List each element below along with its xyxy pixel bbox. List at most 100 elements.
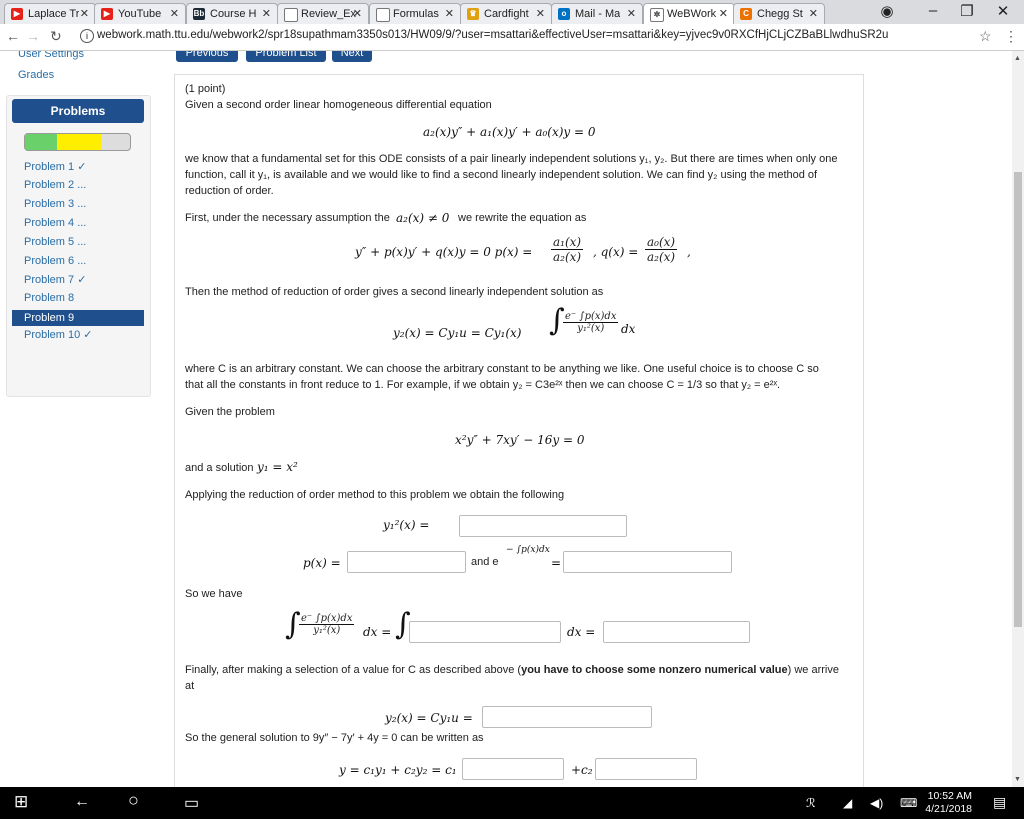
- task-view-icon[interactable]: ▭: [184, 793, 199, 813]
- system-clock[interactable]: 10:52 AM 4/21/2018: [925, 790, 972, 816]
- browser-tab[interactable]: Formulas ✕: [369, 3, 461, 24]
- browser-tab[interactable]: Review_Ex ✕: [277, 3, 369, 24]
- info-icon[interactable]: i: [80, 29, 94, 43]
- tab-favicon-icon: o: [558, 8, 570, 20]
- y2-dx: dx: [621, 322, 636, 336]
- tab-title: Laplace Tr: [28, 8, 80, 20]
- q-label: , q(x) =: [593, 245, 639, 259]
- forward-arrow-icon[interactable]: →: [26, 28, 40, 44]
- scroll-up-arrow[interactable]: ▲: [1014, 55, 1021, 62]
- p-label: p(x) =: [303, 556, 341, 570]
- problem-link[interactable]: Problem 1 ✓: [24, 160, 86, 173]
- progress-correct: [25, 134, 57, 150]
- dx-equals-2: dx =: [567, 625, 596, 639]
- tab-close-icon[interactable]: ✕: [536, 7, 545, 20]
- user-settings-link[interactable]: User Settings: [18, 51, 84, 60]
- problem-link[interactable]: Problem 9: [12, 310, 144, 326]
- problem-link[interactable]: Problem 10 ✓: [24, 328, 93, 341]
- y2-formula: y₂(x) = Cy₁u = Cy₁(x): [393, 326, 522, 340]
- tab-title: WeBWork: [667, 8, 717, 20]
- problem-link[interactable]: Problem 8: [24, 292, 74, 304]
- volume-icon[interactable]: ◀): [870, 796, 883, 810]
- next-button[interactable]: Next: [332, 51, 372, 62]
- reload-icon[interactable]: ↻: [50, 28, 62, 45]
- tab-close-icon[interactable]: ✕: [719, 7, 728, 20]
- integral-result-input[interactable]: [603, 621, 750, 643]
- p-input[interactable]: [347, 551, 466, 573]
- browser-tab[interactable]: ▶ YouTube ✕: [94, 3, 186, 24]
- close-window-button[interactable]: ✕: [988, 2, 1018, 20]
- problem-link[interactable]: Problem 5 ...: [24, 236, 86, 248]
- tab-close-icon[interactable]: ✕: [809, 7, 818, 20]
- so-we-have: So we have: [185, 588, 243, 600]
- problem-list-button[interactable]: Problem List: [246, 51, 326, 62]
- problem-link[interactable]: Problem 4 ...: [24, 217, 86, 229]
- standard-form-eq: y″ + p(x)y′ + q(x)y = 0 p(x) =: [355, 245, 533, 259]
- tab-close-icon[interactable]: ✕: [80, 7, 89, 20]
- plus-c2: +c₂: [571, 763, 593, 777]
- tab-title: Mail - Ma: [575, 8, 621, 20]
- y1sq-label: y₁²(x) =: [383, 518, 430, 532]
- browser-tab-bar: ▶ Laplace Tr ✕ ▶ YouTube ✕ Bb Course H ✕ Review_E…: [0, 0, 1024, 24]
- people-icon[interactable]: ℛ: [806, 796, 816, 810]
- progress-bar: [24, 133, 131, 151]
- problem-link[interactable]: Problem 2 ...: [24, 179, 86, 191]
- c1-input[interactable]: [462, 758, 564, 780]
- profile-icon[interactable]: ◉: [872, 2, 902, 20]
- browser-tab[interactable]: ▶ Laplace Tr ✕: [4, 3, 96, 24]
- main-ode: a₂(x)y″ + a₁(x)y′ + a₀(x)y = 0: [423, 125, 596, 139]
- q-fraction: a₀(x) a₂(x): [645, 235, 678, 264]
- tab-close-icon[interactable]: ✕: [353, 7, 362, 20]
- paragraph-3: Then the method of reduction of order gi…: [185, 286, 604, 298]
- tab-close-icon[interactable]: ✕: [170, 7, 179, 20]
- bookmark-star-icon[interactable]: ☆: [979, 28, 992, 45]
- wifi-icon[interactable]: ◢: [843, 796, 852, 810]
- problem-body: (1 point) Given a second order linear ho…: [174, 74, 864, 787]
- c2-input[interactable]: [595, 758, 697, 780]
- tab-close-icon[interactable]: ✕: [627, 7, 636, 20]
- problem-link[interactable]: Problem 6 ...: [24, 255, 86, 267]
- menu-dots-icon[interactable]: ⋮: [1004, 28, 1018, 45]
- minimize-button[interactable]: –: [918, 2, 948, 19]
- back-arrow-icon[interactable]: ←: [6, 28, 20, 44]
- integrand-fraction: e⁻ ∫p(x)dx y₁²(x): [299, 613, 355, 636]
- back-icon[interactable]: ←: [74, 793, 90, 811]
- grades-link[interactable]: Grades: [18, 69, 54, 81]
- tab-close-icon[interactable]: ✕: [262, 7, 271, 20]
- tab-close-icon[interactable]: ✕: [445, 7, 454, 20]
- browser-toolbar: ← → ↻ i webwork.math.ttu.edu/webwork2/sp…: [0, 24, 1024, 51]
- notifications-icon[interactable]: ▤: [993, 794, 1006, 811]
- scroll-down-arrow[interactable]: ▼: [1014, 776, 1021, 783]
- cortana-circle-icon[interactable]: ○: [128, 790, 139, 811]
- browser-tab[interactable]: ✲ WeBWork ✕: [643, 3, 735, 24]
- browser-tab[interactable]: o Mail - Ma ✕: [551, 3, 643, 24]
- paragraph-2-math: a₂(x) ≠ 0: [396, 211, 450, 225]
- exp-input[interactable]: [563, 551, 732, 573]
- url-text[interactable]: webwork.math.ttu.edu/webwork2/spr18supat…: [97, 29, 888, 41]
- browser-tab[interactable]: Bb Course H ✕: [186, 3, 278, 24]
- finally-pre: Finally, after making a selection of a v…: [185, 664, 839, 676]
- tab-favicon-icon: ✲: [650, 8, 664, 22]
- integrand-input[interactable]: [409, 621, 561, 643]
- points-label: (1 point): [185, 83, 226, 95]
- and-e-exponent: − ∫p(x)dx: [506, 545, 550, 555]
- windows-start-icon[interactable]: ⊞: [14, 792, 28, 812]
- y2-input[interactable]: [482, 706, 652, 728]
- browser-tab[interactable]: ♛ Cardfight ✕: [460, 3, 552, 24]
- previous-button[interactable]: Previous: [176, 51, 238, 62]
- restore-button[interactable]: ❐: [952, 2, 982, 20]
- y1sq-input[interactable]: [459, 515, 627, 537]
- clock-date: 4/21/2018: [925, 803, 972, 815]
- problem-link[interactable]: Problem 7 ✓: [24, 273, 86, 286]
- keyboard-icon[interactable]: ⌨: [900, 796, 917, 810]
- finally-line2: at: [185, 680, 195, 692]
- address-bar[interactable]: i webwork.math.ttu.edu/webwork2/spr18sup…: [74, 27, 994, 46]
- scrollbar-thumb[interactable]: [1014, 172, 1022, 627]
- paragraph-4a: where C is an arbitrary constant. We can…: [185, 363, 819, 375]
- browser-tab[interactable]: C Chegg St ✕: [733, 3, 825, 24]
- clock-time: 10:52 AM: [927, 790, 972, 802]
- problem-link[interactable]: Problem 3 ...: [24, 198, 86, 210]
- tab-title: Review_Ex: [301, 8, 357, 20]
- y2-fraction: e⁻ ∫p(x)dx y₁²(x): [563, 311, 619, 334]
- tab-title: Course H: [210, 8, 257, 20]
